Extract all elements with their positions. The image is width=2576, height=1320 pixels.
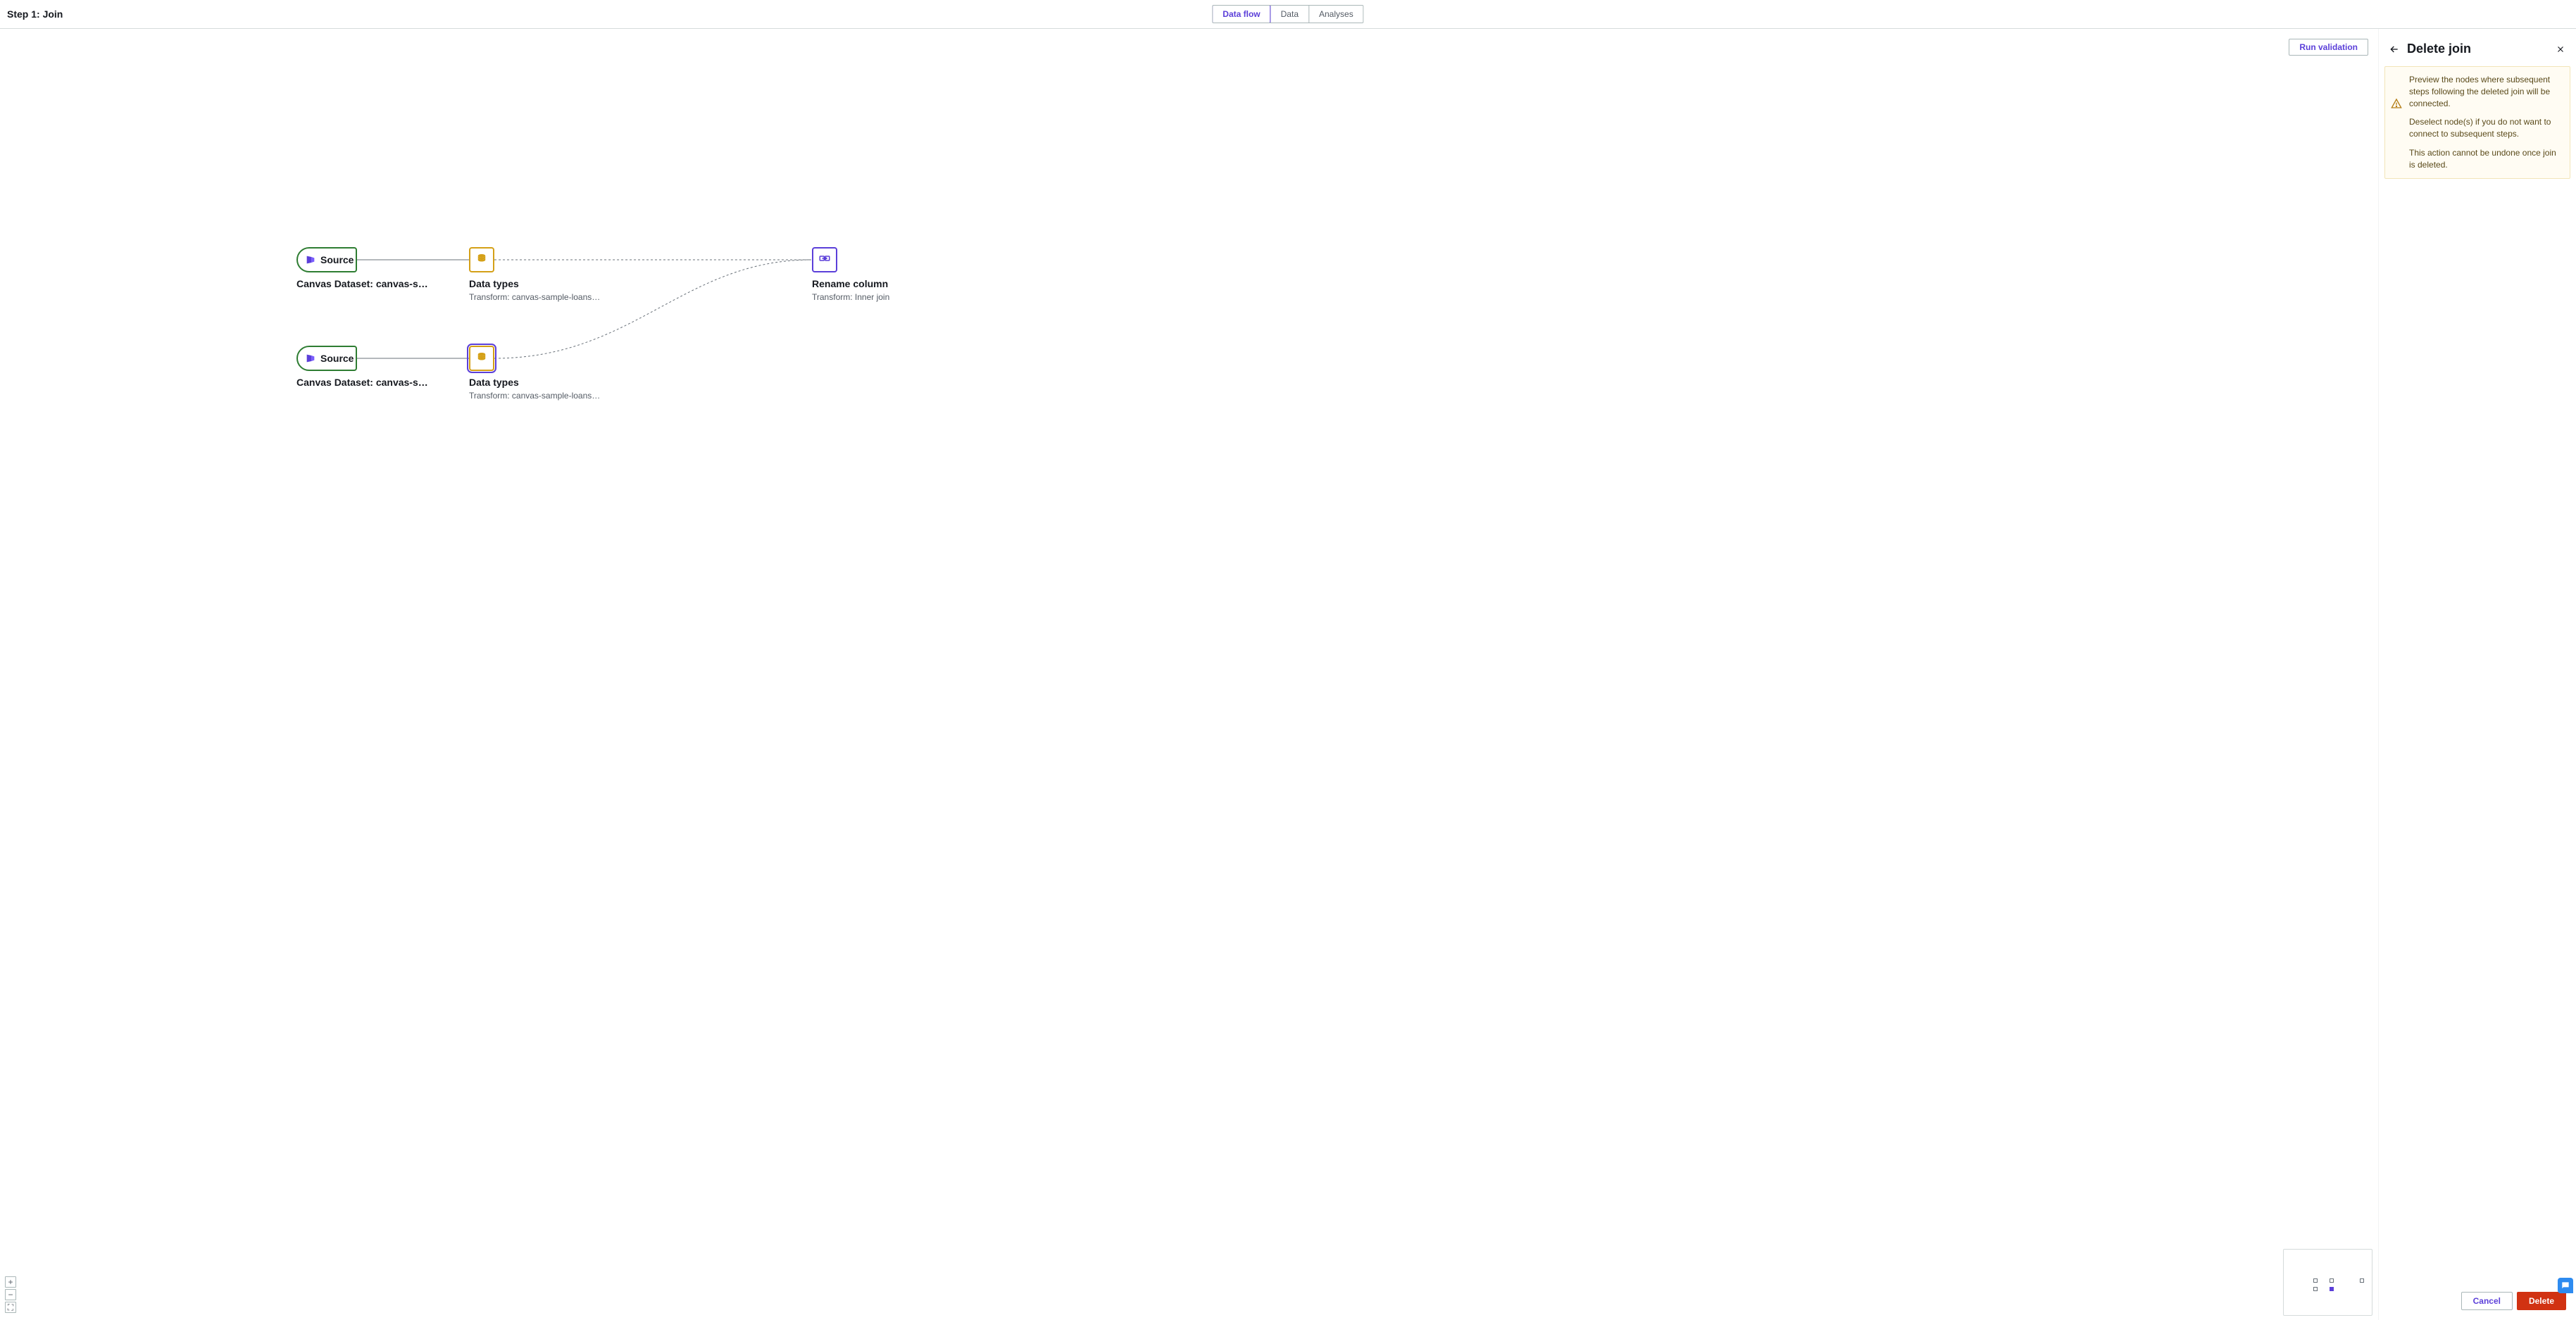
- flow-canvas[interactable]: Run validation Source Canvas Dataset: ca…: [0, 29, 2379, 1320]
- node-rename-label: Rename column: [812, 278, 888, 289]
- run-validation-button[interactable]: Run validation: [2289, 39, 2368, 56]
- node-source-2-label: Canvas Dataset: canvas-sample-…: [296, 377, 430, 388]
- dataset-icon: [305, 254, 316, 265]
- node-datatypes-2-box: [469, 346, 494, 371]
- cancel-button[interactable]: Cancel: [2461, 1292, 2513, 1310]
- warn-line-3: This action cannot be undone once join i…: [2409, 147, 2563, 171]
- mini-node: [2360, 1278, 2364, 1283]
- tab-data-flow[interactable]: Data flow: [1212, 5, 1270, 23]
- fullscreen-button[interactable]: ⛶: [5, 1302, 16, 1313]
- warn-line-1: Preview the nodes where subsequent steps…: [2409, 74, 2563, 109]
- node-datatypes-2[interactable]: Data types Transform: canvas-sample-loan…: [469, 346, 494, 371]
- mini-node-selected: [2330, 1287, 2334, 1291]
- node-source-1-box: Source: [296, 247, 357, 272]
- rename-icon: [818, 252, 831, 268]
- stack-icon: [475, 351, 488, 367]
- node-datatypes-2-sublabel: Transform: canvas-sample-loans-part-…: [469, 391, 603, 401]
- node-source-2[interactable]: Source Canvas Dataset: canvas-sample-…: [296, 346, 357, 371]
- step-title: Step 1: Join: [7, 8, 63, 20]
- warning-box: Preview the nodes where subsequent steps…: [2384, 66, 2570, 179]
- tab-data[interactable]: Data: [1270, 6, 1308, 23]
- node-source-1-label: Canvas Dataset: canvas-sample-…: [296, 278, 430, 289]
- node-datatypes-1[interactable]: Data types Transform: canvas-sample-loan…: [469, 247, 494, 272]
- node-source-2-box: Source: [296, 346, 357, 371]
- flow-connectors: [0, 29, 2378, 1320]
- zoom-out-button[interactable]: −: [5, 1289, 16, 1300]
- node-rename-sublabel: Transform: Inner join: [812, 292, 889, 302]
- tab-analyses[interactable]: Analyses: [1308, 6, 1363, 23]
- chat-fab[interactable]: [2558, 1278, 2573, 1293]
- node-rename-column[interactable]: Rename column Transform: Inner join: [812, 247, 837, 272]
- back-icon[interactable]: [2389, 44, 2400, 55]
- stack-icon: [475, 252, 488, 268]
- view-tabs: Data flow Data Analyses: [1212, 5, 1363, 23]
- mini-node: [2313, 1278, 2318, 1283]
- delete-join-panel: Delete join Preview the nodes where subs…: [2379, 29, 2576, 1320]
- dataset-icon: [305, 353, 316, 364]
- header-bar: Step 1: Join Data flow Data Analyses: [0, 0, 2576, 29]
- warning-icon: [2391, 98, 2402, 109]
- node-datatypes-1-label: Data types: [469, 278, 519, 289]
- panel-header: Delete join: [2379, 29, 2576, 66]
- close-icon[interactable]: [2555, 44, 2566, 55]
- node-datatypes-1-box: [469, 247, 494, 272]
- mini-node: [2330, 1278, 2334, 1283]
- minimap[interactable]: [2283, 1249, 2372, 1316]
- node-source-1-title: Source: [320, 254, 354, 265]
- warn-line-2: Deselect node(s) if you do not want to c…: [2409, 116, 2563, 140]
- node-source-2-title: Source: [320, 353, 354, 364]
- node-datatypes-2-label: Data types: [469, 377, 519, 388]
- panel-title: Delete join: [2407, 42, 2548, 56]
- panel-footer: Cancel Delete: [2379, 1282, 2576, 1320]
- delete-button[interactable]: Delete: [2517, 1292, 2566, 1310]
- node-source-1[interactable]: Source Canvas Dataset: canvas-sample-…: [296, 247, 357, 272]
- zoom-in-button[interactable]: +: [5, 1276, 16, 1288]
- node-rename-box: [812, 247, 837, 272]
- node-datatypes-1-sublabel: Transform: canvas-sample-loans-part-…: [469, 292, 603, 302]
- mini-node: [2313, 1287, 2318, 1291]
- zoom-controls: + − ⛶: [5, 1276, 16, 1313]
